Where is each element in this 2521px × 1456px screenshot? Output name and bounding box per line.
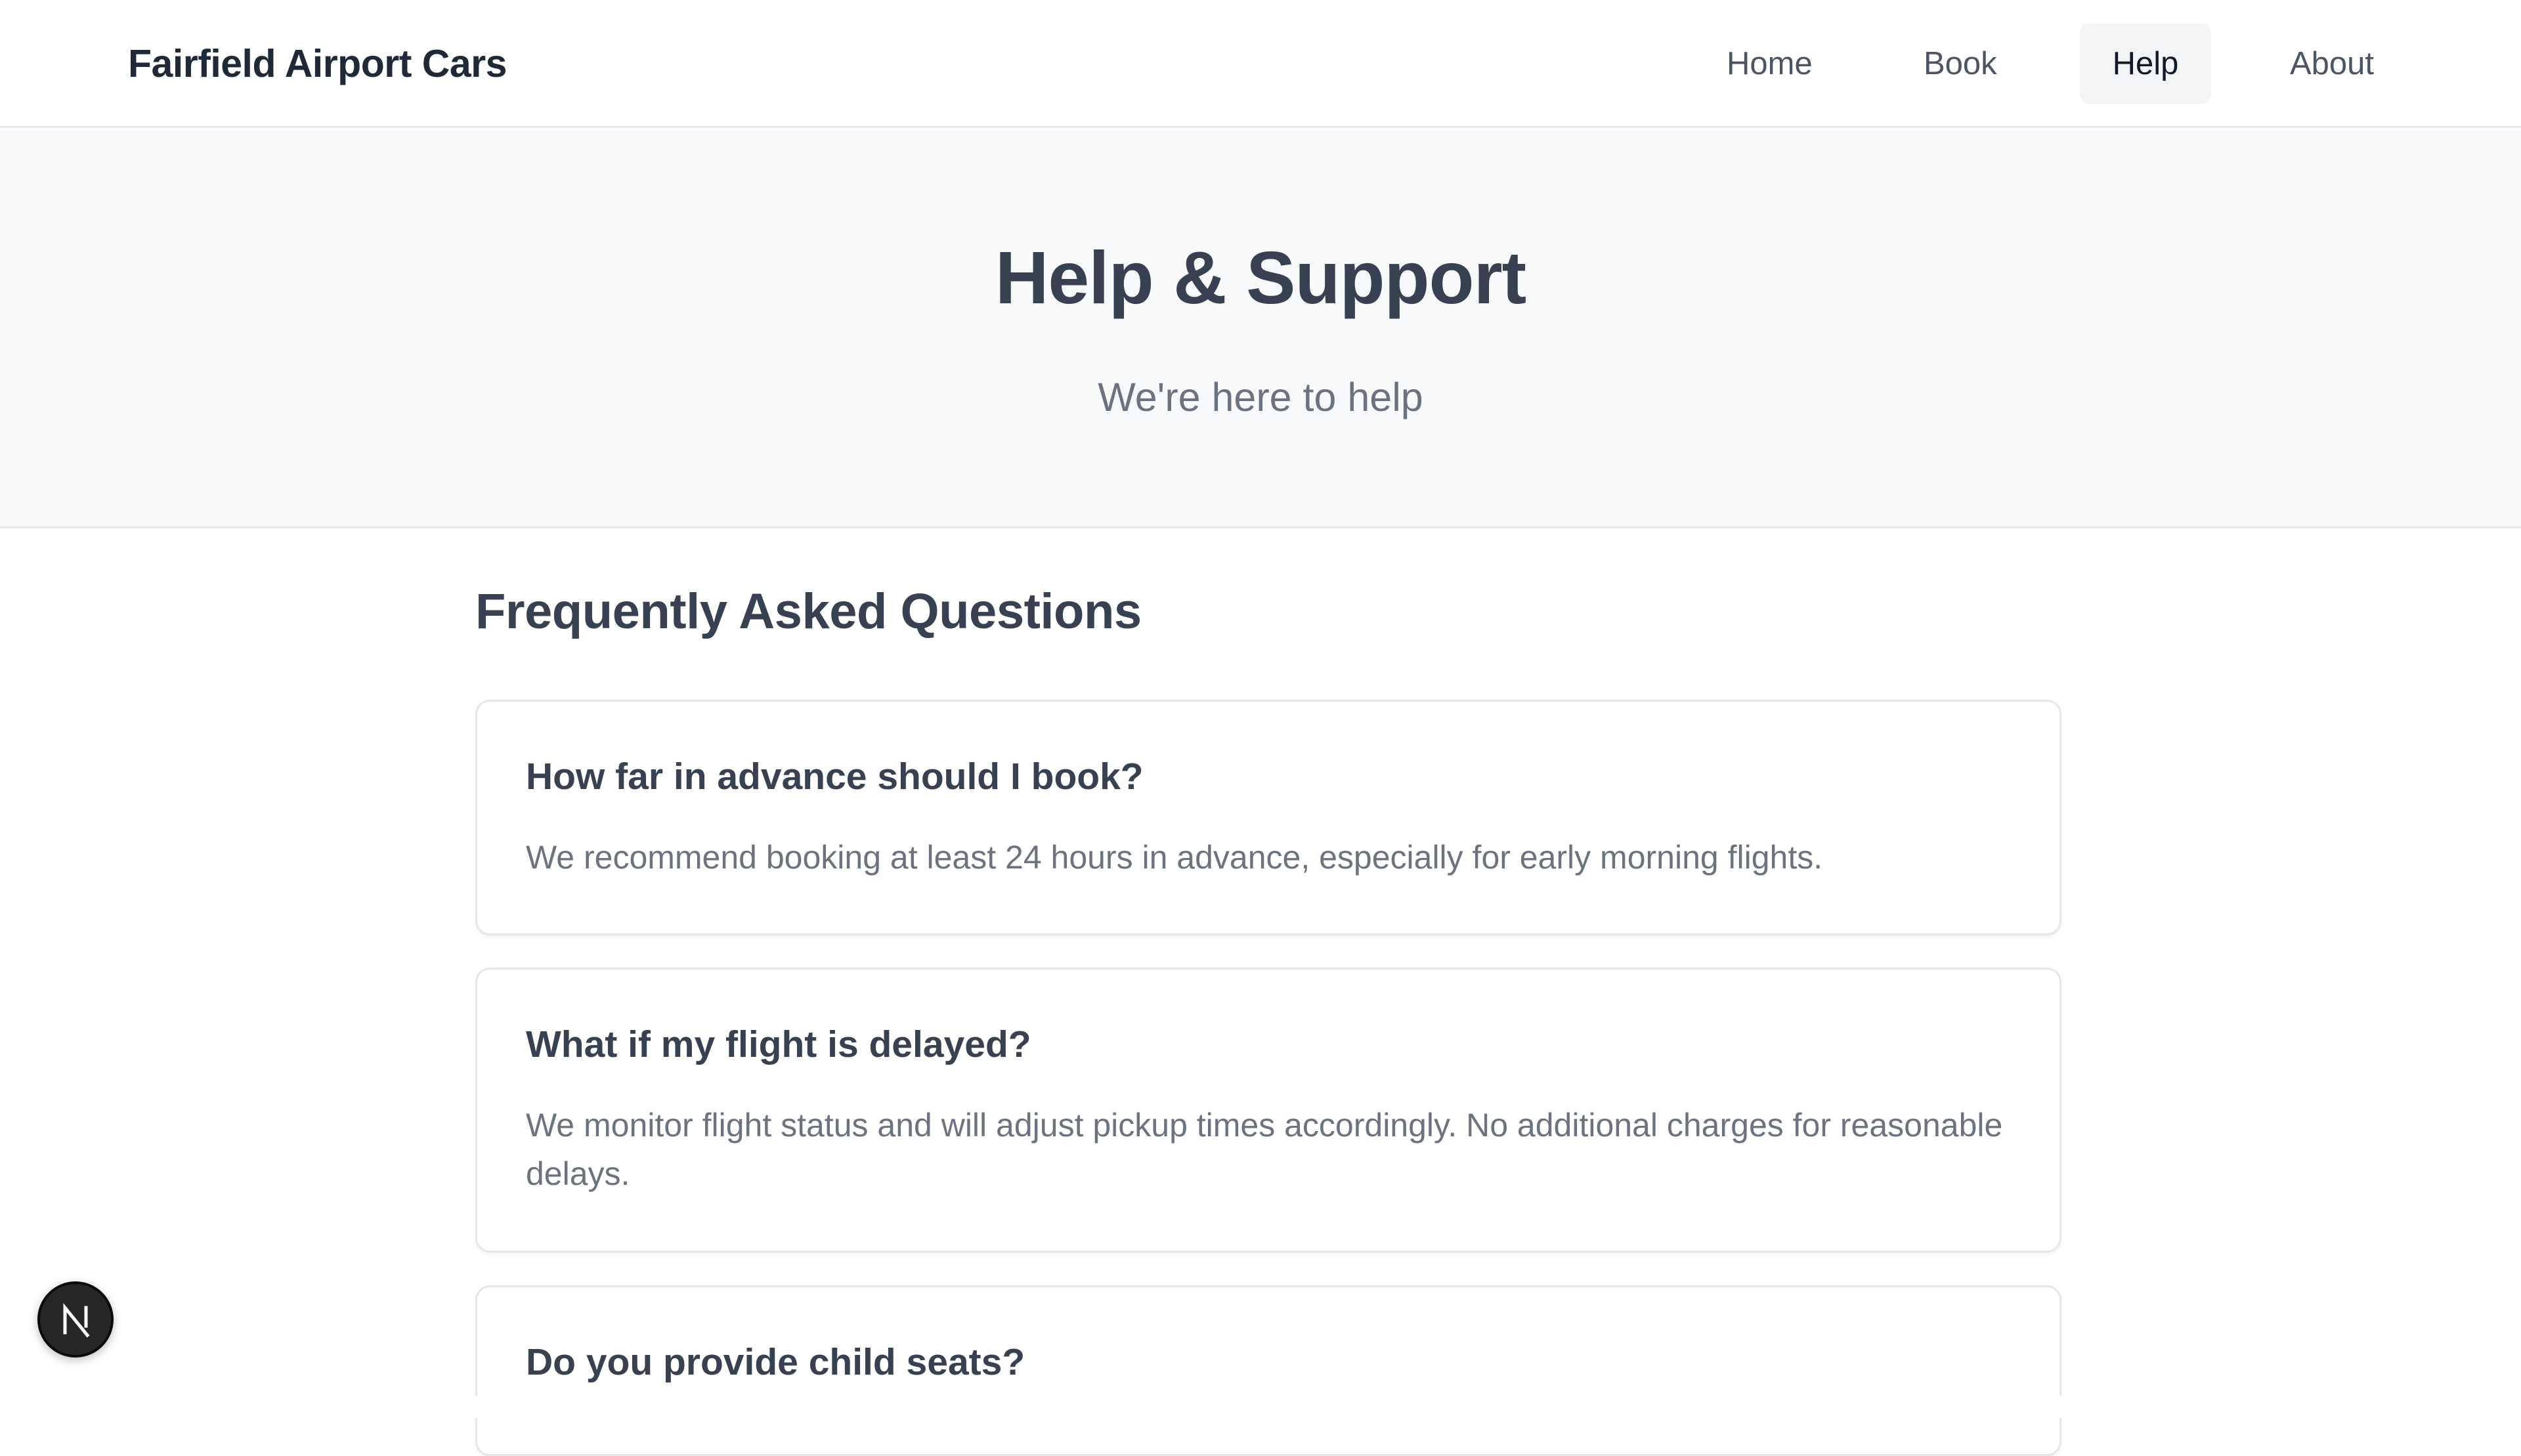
nav-link-about[interactable]: About xyxy=(2258,24,2405,104)
n-logo-glyph xyxy=(63,1302,90,1338)
hero-banner: Help & Support We're here to help xyxy=(0,130,2521,528)
faq-answer: We monitor flight status and will adjust… xyxy=(526,1107,2003,1193)
faq-question: What if my flight is delayed? xyxy=(526,1023,1031,1065)
page-subtitle: We're here to help xyxy=(1098,375,1423,419)
nav-link-help[interactable]: Help xyxy=(2080,24,2211,104)
faq-question: Do you provide child seats? xyxy=(526,1341,1025,1383)
site-header: Fairfield Airport Cars Home Book Help Ab… xyxy=(0,0,2521,128)
brand-logo-text[interactable]: Fairfield Airport Cars xyxy=(128,0,507,128)
faq-heading: Frequently Asked Questions xyxy=(475,584,1142,639)
nav-link-home[interactable]: Home xyxy=(1695,24,1844,104)
faq-card: How far in advance should I book? We rec… xyxy=(475,700,2061,935)
faq-card: Do you provide child seats? xyxy=(475,1285,2061,1456)
faq-answer: We recommend booking at least 24 hours i… xyxy=(526,839,1823,876)
n-logo-icon[interactable] xyxy=(37,1281,114,1358)
faq-question: How far in advance should I book? xyxy=(526,756,1144,798)
faq-card: What if my flight is delayed? We monitor… xyxy=(475,968,2061,1253)
page-title: Help & Support xyxy=(995,236,1526,319)
nav-link-book[interactable]: Book xyxy=(1892,24,2029,104)
viewport-bottom-edge xyxy=(0,1396,2521,1418)
